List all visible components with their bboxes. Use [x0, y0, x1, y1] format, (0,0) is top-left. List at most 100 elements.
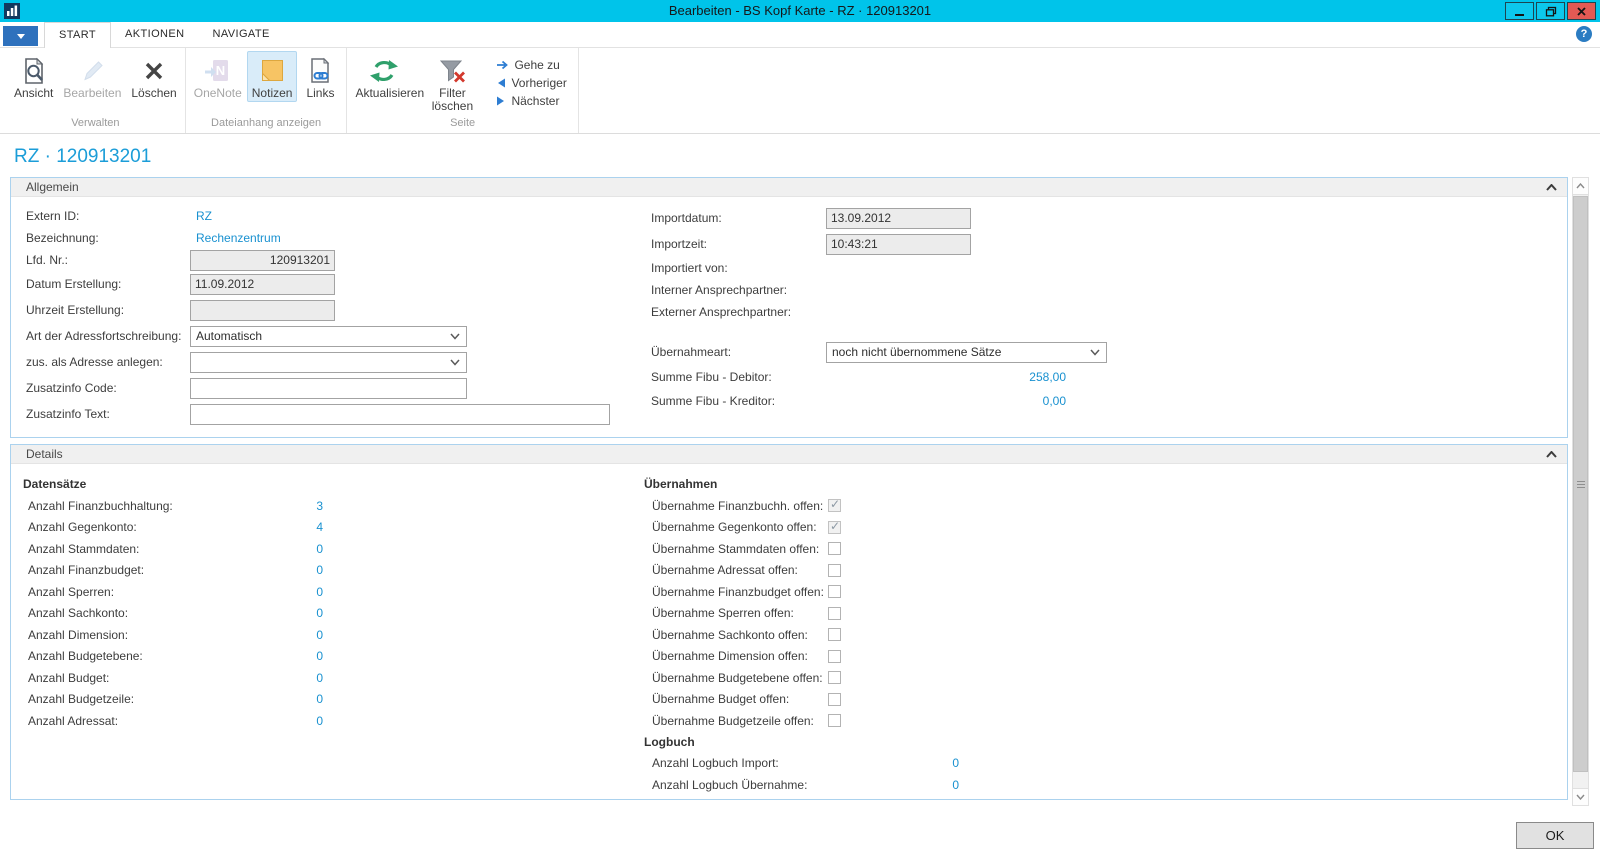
detail-row-value[interactable]: 3: [316, 499, 323, 513]
zusatzinfo-code-input[interactable]: [190, 378, 467, 399]
datum-erstellung-label: Datum Erstellung:: [26, 277, 190, 291]
ribbon: Ansicht Bearbeiten Löschen Verwalten N: [0, 48, 1600, 134]
close-button[interactable]: [1567, 2, 1596, 20]
minimize-button[interactable]: [1505, 2, 1534, 20]
restore-button[interactable]: [1536, 2, 1565, 20]
onenote-button[interactable]: N OneNote: [189, 51, 247, 102]
detail-row-label: Anzahl Logbuch Import:: [652, 756, 779, 770]
uebernahmen-list: Übernahme Finanzbuchh. offen: ✓ Übernahm…: [644, 495, 959, 732]
summe-fibu-debitor-value[interactable]: 258,00: [826, 370, 1066, 384]
detail-row-value[interactable]: 0: [316, 649, 323, 663]
detail-row-value[interactable]: 0: [316, 542, 323, 556]
document-link-icon: [305, 55, 335, 87]
uebernahme-checkbox[interactable]: ✓: [828, 714, 841, 727]
uebernahme-checkbox[interactable]: ✓: [828, 628, 841, 641]
uhrzeit-erstellung-label: Uhrzeit Erstellung:: [26, 303, 190, 317]
detail-row-label: Anzahl Finanzbuchhaltung:: [28, 499, 173, 513]
aktualisieren-label: Aktualisieren: [355, 87, 413, 100]
uebernahme-checkbox[interactable]: ✓: [828, 499, 841, 512]
detail-stat-row: Anzahl Dimension: 0: [23, 624, 323, 646]
uebernahme-checkbox[interactable]: ✓: [828, 693, 841, 706]
naechster-button[interactable]: Nächster: [496, 94, 566, 108]
pencil-icon: [77, 55, 107, 87]
detail-stat-row: Anzahl Sachkonto: 0: [23, 603, 323, 625]
links-button[interactable]: Links: [297, 51, 343, 102]
section-details: Details Datensätze Anzahl Finanzbuchhalt…: [10, 444, 1568, 800]
summe-fibu-kreditor-value[interactable]: 0,00: [826, 394, 1066, 408]
uebernahme-label: Übernahme Finanzbudget offen:: [652, 585, 828, 599]
uebernahme-checkbox[interactable]: ✓: [828, 585, 841, 598]
datum-erstellung-input[interactable]: [190, 274, 335, 295]
detail-row-value[interactable]: 0: [316, 563, 323, 577]
detail-row-value[interactable]: 4: [316, 520, 323, 534]
uebernahme-checkbox[interactable]: ✓: [828, 607, 841, 620]
section-details-header[interactable]: Details: [11, 445, 1567, 464]
uebernahmeart-select[interactable]: noch nicht übernommene Sätze: [826, 342, 1107, 363]
aktualisieren-button[interactable]: Aktualisieren: [350, 51, 418, 102]
bezeichnung-value[interactable]: Rechenzentrum: [190, 231, 281, 245]
tab-aktionen[interactable]: AKTIONEN: [111, 22, 198, 48]
importdatum-input[interactable]: [826, 208, 971, 229]
uebernahme-checkbox[interactable]: ✓: [828, 521, 841, 534]
detail-stat-row: Anzahl Finanzbuchhaltung: 3: [23, 495, 323, 517]
importzeit-label: Importzeit:: [641, 237, 826, 251]
uebernahme-label: Übernahme Gegenkonto offen:: [652, 520, 828, 534]
gehe-zu-button[interactable]: Gehe zu: [496, 58, 566, 72]
select-chevron-icon: [450, 359, 460, 366]
notizen-button[interactable]: Notizen: [247, 51, 298, 102]
vorheriger-button[interactable]: Vorheriger: [496, 76, 566, 90]
section-allgemein-header[interactable]: Allgemein: [11, 178, 1567, 197]
extern-id-value[interactable]: RZ: [190, 209, 212, 223]
ok-button[interactable]: OK: [1516, 822, 1594, 849]
importzeit-input[interactable]: [826, 234, 971, 255]
collapse-chevron-icon[interactable]: [1546, 184, 1557, 191]
detail-row-value[interactable]: 0: [952, 778, 959, 792]
detail-stat-row: Anzahl Budgetzeile: 0: [23, 689, 323, 711]
externer-ansprechpartner-label: Externer Ansprechpartner:: [641, 305, 826, 319]
adresse-anlegen-select[interactable]: [190, 352, 467, 373]
loeschen-button[interactable]: Löschen: [126, 51, 181, 102]
bearbeiten-button[interactable]: Bearbeiten: [58, 51, 126, 102]
uebernahme-row: Übernahme Sachkonto offen: ✓: [644, 624, 959, 646]
close-icon: [1576, 6, 1587, 17]
detail-row-value[interactable]: 0: [316, 585, 323, 599]
uebernahme-checkbox[interactable]: ✓: [828, 650, 841, 663]
logbuch-list: Anzahl Logbuch Import: 0 Anzahl Logbuch …: [644, 753, 959, 796]
triangle-left-icon: [496, 78, 506, 88]
tab-start[interactable]: START: [44, 22, 111, 49]
delete-x-icon: [139, 55, 169, 87]
ribbon-tab-row: START AKTIONEN NAVIGATE ?: [0, 22, 1600, 48]
scroll-up-button[interactable]: [1573, 178, 1588, 195]
uebernahme-checkbox[interactable]: ✓: [828, 564, 841, 577]
uhrzeit-erstellung-input[interactable]: [190, 300, 335, 321]
detail-stat-row: Anzahl Logbuch Übernahme: 0: [644, 774, 959, 796]
detail-row-value[interactable]: 0: [316, 671, 323, 685]
datensaetze-list: Anzahl Finanzbuchhaltung: 3 Anzahl Gegen…: [23, 495, 323, 732]
detail-stat-row: Anzahl Logbuch Import: 0: [644, 753, 959, 775]
filter-loeschen-button[interactable]: Filter löschen: [418, 51, 486, 115]
naechster-label: Nächster: [511, 94, 559, 108]
links-label: Links: [306, 87, 334, 100]
scroll-down-button[interactable]: [1573, 788, 1588, 805]
detail-row-value[interactable]: 0: [316, 628, 323, 642]
application-menu-button[interactable]: [3, 26, 38, 46]
detail-row-value[interactable]: 0: [316, 692, 323, 706]
uebernahme-checkbox[interactable]: ✓: [828, 542, 841, 555]
vertical-scrollbar[interactable]: [1572, 177, 1589, 806]
chevron-down-icon: [1576, 794, 1585, 800]
collapse-chevron-icon[interactable]: [1546, 451, 1557, 458]
detail-row-value[interactable]: 0: [316, 606, 323, 620]
zusatzinfo-text-input[interactable]: [190, 404, 610, 425]
detail-row-value[interactable]: 0: [952, 756, 959, 770]
adressfortschreibung-select[interactable]: Automatisch: [190, 326, 467, 347]
tab-navigate[interactable]: NAVIGATE: [198, 22, 283, 48]
ansicht-button[interactable]: Ansicht: [9, 51, 58, 102]
scrollbar-thumb[interactable]: [1573, 196, 1588, 772]
detail-row-value[interactable]: 0: [316, 714, 323, 728]
lfd-nr-input[interactable]: [190, 250, 335, 271]
help-button[interactable]: ?: [1576, 26, 1592, 42]
uebernahme-checkbox[interactable]: ✓: [828, 671, 841, 684]
uebernahmen-heading: Übernahmen: [644, 476, 959, 495]
uebernahme-row: Übernahme Adressat offen: ✓: [644, 560, 959, 582]
uebernahme-row: Übernahme Gegenkonto offen: ✓: [644, 517, 959, 539]
